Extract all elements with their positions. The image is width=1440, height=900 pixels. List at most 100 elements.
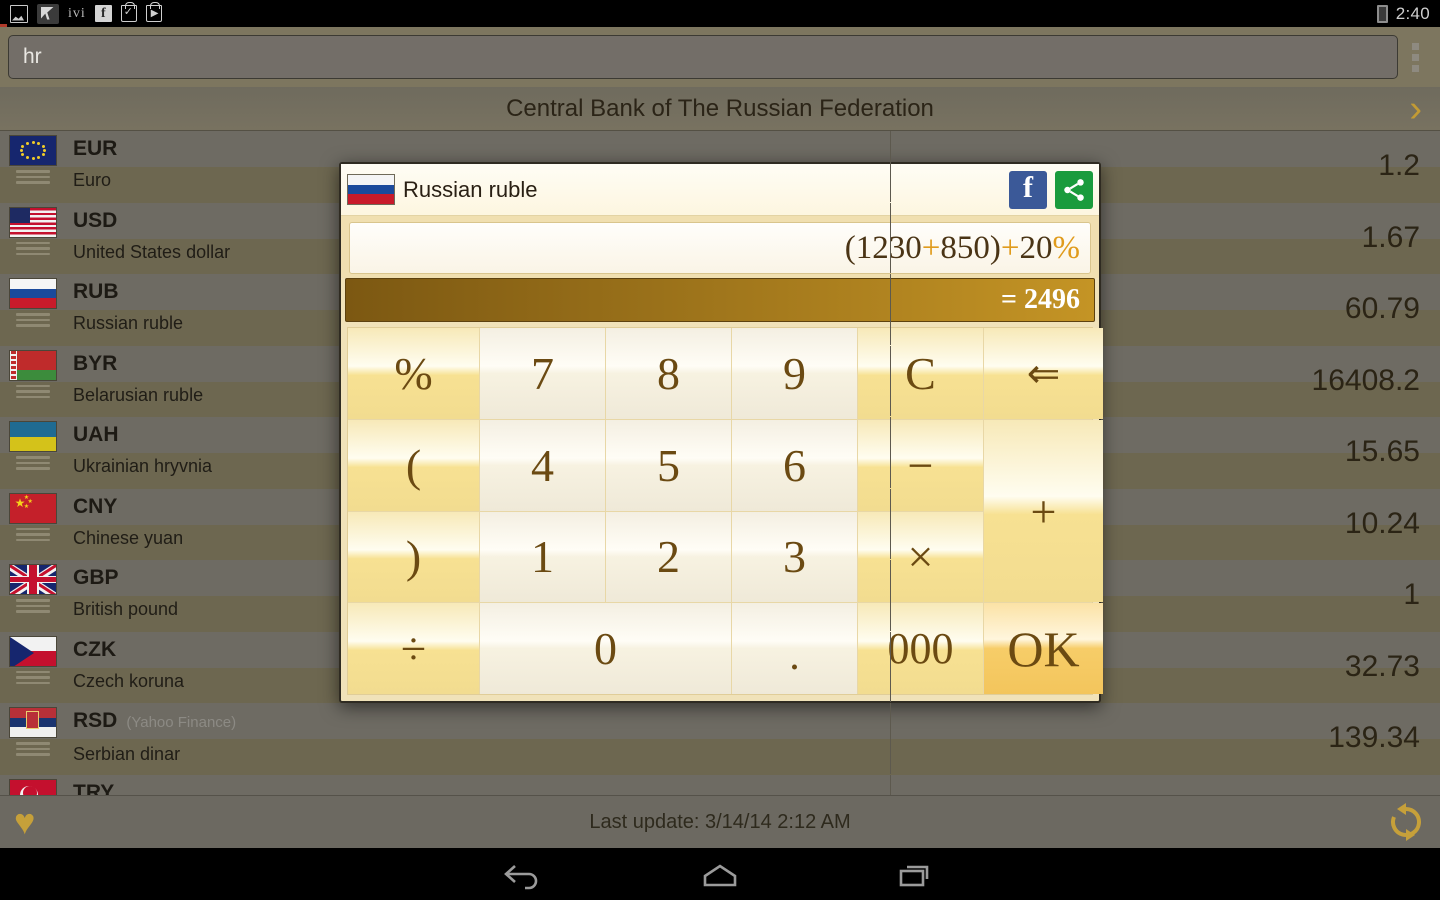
- footer-bar: ♥ Last update: 3/14/14 2:12 AM: [0, 795, 1440, 848]
- android-nav-bar: [0, 848, 1440, 900]
- key-label: 1: [531, 531, 554, 583]
- row-flag-cell: [0, 274, 66, 345]
- row-flag-cell: [0, 560, 66, 631]
- row-text-cell: RSD (Yahoo Finance) Serbian dinar: [66, 703, 920, 774]
- currency-row[interactable]: BYR Belarusian ruble 16408.2: [0, 345, 1440, 417]
- next-chevron-icon[interactable]: ›: [1409, 90, 1422, 128]
- key-label: ⇐: [1026, 350, 1061, 396]
- key-label: ): [405, 531, 422, 583]
- gallery-icon: [10, 4, 28, 23]
- heart-icon[interactable]: ♥: [14, 804, 35, 840]
- ua-flag-icon: [9, 421, 57, 452]
- drag-handle-icon[interactable]: [16, 241, 50, 255]
- row-flag-cell: [0, 775, 66, 795]
- back-icon[interactable]: [497, 854, 549, 894]
- currency-row[interactable]: UAH Ukrainian hryvnia 15.65: [0, 417, 1440, 489]
- currency-row[interactable]: RUB Russian ruble 60.79: [0, 274, 1440, 346]
- currency-name: Serbian dinar: [73, 744, 181, 764]
- currency-value[interactable]: 10.24: [920, 489, 1440, 560]
- currency-row[interactable]: CZK Czech koruna 32.73: [0, 631, 1440, 703]
- key-label: 5: [657, 439, 680, 491]
- key-label: 8: [657, 347, 680, 399]
- key-label: 2: [657, 531, 680, 583]
- refresh-icon[interactable]: [1386, 802, 1426, 842]
- dot-icon: [1411, 53, 1419, 61]
- key-label: 4: [531, 439, 554, 491]
- key-label: −: [907, 439, 934, 491]
- recents-icon[interactable]: [891, 854, 943, 894]
- column-divider: [890, 202, 891, 273]
- currency-value[interactable]: 1.67: [920, 203, 1440, 274]
- column-divider: [890, 131, 891, 202]
- dot-icon: [1411, 42, 1419, 50]
- key-label: 3: [783, 531, 806, 583]
- drag-handle-icon[interactable]: [16, 599, 50, 613]
- row-text-cell: RUB Russian ruble: [66, 274, 920, 345]
- drag-handle-icon[interactable]: [16, 313, 50, 327]
- drag-handle-icon[interactable]: [16, 670, 50, 684]
- drag-handle-icon[interactable]: [16, 384, 50, 398]
- currency-value[interactable]: 139.34: [920, 703, 1440, 774]
- key-label: ÷: [400, 623, 427, 675]
- row-text-cell: USD United States dollar: [66, 203, 920, 274]
- row-text-cell: EUR Euro: [66, 131, 920, 202]
- row-flag-cell: ★ ★ ★ ★: [0, 489, 66, 560]
- last-update-label: Last update: 3/14/14 2:12 AM: [589, 810, 851, 833]
- checkbag-icon: ✓: [120, 2, 137, 22]
- currency-value[interactable]: 15.65: [920, 417, 1440, 488]
- row-flag-cell: [0, 203, 66, 274]
- currency-list[interactable]: EUR Euro 1.2 USD United States dollar 1.67 RUB…: [0, 131, 1440, 795]
- eu-flag-icon: [9, 135, 57, 166]
- currency-row[interactable]: USD United States dollar 1.67: [0, 202, 1440, 274]
- ru-flag-icon: [9, 278, 57, 309]
- currency-row[interactable]: GBP British pound 1: [0, 560, 1440, 632]
- drag-handle-icon[interactable]: [16, 456, 50, 470]
- currency-code: RSD (Yahoo Finance): [73, 709, 237, 732]
- overflow-menu-button[interactable]: [1398, 35, 1432, 79]
- currency-source: (Yahoo Finance): [126, 714, 237, 731]
- key-label: (: [405, 439, 422, 491]
- battery-icon: [1376, 4, 1388, 23]
- status-system-icons: 2:40: [1376, 3, 1430, 24]
- currency-code: EUR: [73, 137, 118, 160]
- key-label: 7: [531, 347, 554, 399]
- ivi-icon: ivi: [68, 5, 86, 21]
- currency-code: CNY: [73, 494, 118, 518]
- currency-row[interactable]: EUR Euro 1.2: [0, 131, 1440, 203]
- status-clock: 2:40: [1395, 3, 1430, 23]
- currency-value[interactable]: 16408.2: [920, 346, 1440, 417]
- column-divider: [890, 774, 891, 795]
- currency-row[interactable]: RSD (Yahoo Finance) Serbian dinar 139.34: [0, 703, 1440, 775]
- home-icon[interactable]: [694, 854, 746, 894]
- key-label: 6: [783, 439, 806, 491]
- gb-flag-icon: [9, 564, 57, 595]
- row-flag-cell: [0, 346, 66, 417]
- drag-handle-icon[interactable]: [16, 742, 50, 756]
- row-flag-cell: [0, 632, 66, 703]
- key-label: 9: [783, 347, 806, 399]
- drag-handle-icon[interactable]: [16, 170, 50, 184]
- currency-row[interactable]: TRY: [0, 774, 1440, 796]
- cz-flag-icon: [9, 635, 57, 667]
- us-flag-icon: [9, 206, 57, 238]
- facebook-icon: f: [94, 5, 112, 22]
- key-label: OK: [1007, 620, 1080, 677]
- drag-handle-icon[interactable]: [16, 527, 50, 541]
- currency-value[interactable]: 60.79: [920, 274, 1440, 345]
- search-bar: [0, 27, 1440, 87]
- currency-value[interactable]: 32.73: [920, 632, 1440, 703]
- currency-row[interactable]: ★ ★ ★ ★ CNY Chinese yuan 10.24: [0, 488, 1440, 560]
- currency-value[interactable]: [920, 775, 1440, 796]
- by-flag-icon: [9, 349, 57, 381]
- search-input[interactable]: [8, 35, 1398, 79]
- key-label: 000: [887, 624, 954, 674]
- column-divider: [890, 345, 891, 416]
- currency-code: USD: [73, 208, 118, 232]
- bank-source-header[interactable]: Central Bank of The Russian Federation ›: [0, 87, 1440, 131]
- dot-icon: [1411, 64, 1419, 72]
- currency-value[interactable]: 1.2: [920, 131, 1440, 202]
- currency-value[interactable]: 1: [920, 560, 1440, 631]
- cursor-icon: [37, 3, 59, 24]
- currency-name: British pound: [73, 599, 179, 619]
- key-label: 0: [594, 623, 617, 675]
